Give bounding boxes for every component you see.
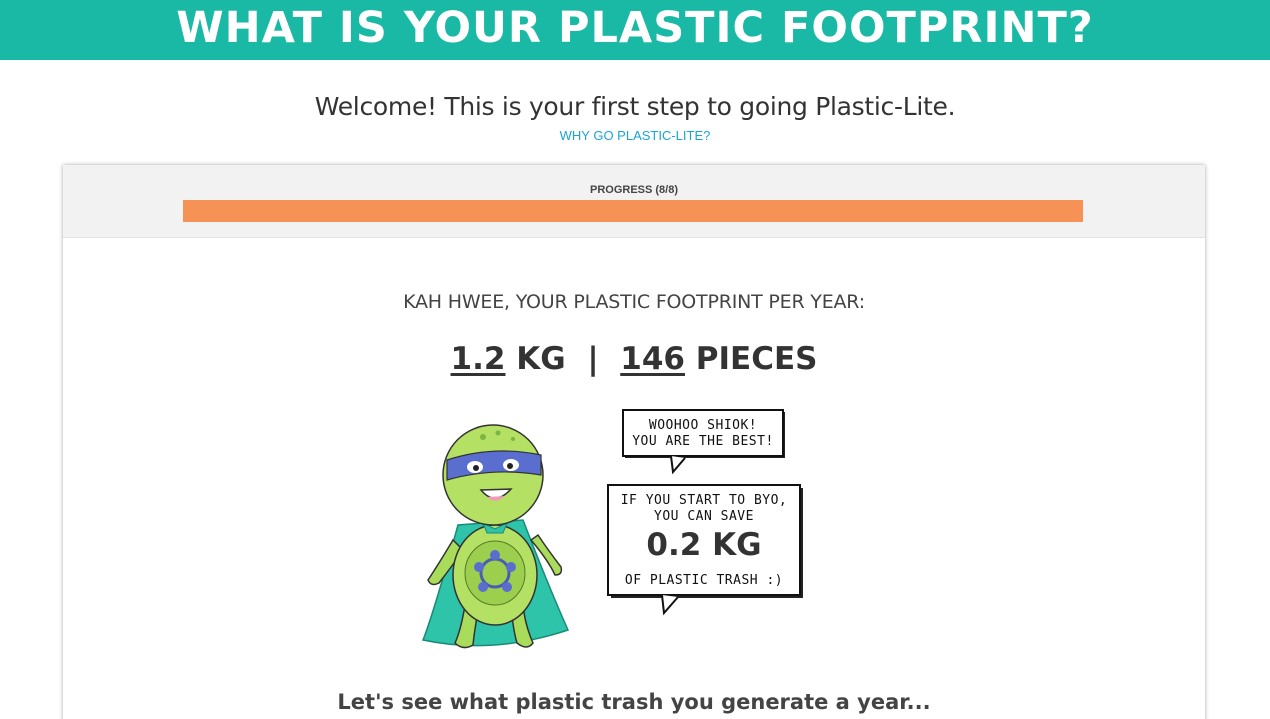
next-section-prompt: Let's see what plastic trash you generat… <box>337 690 931 714</box>
footprint-stats: 1.2 KG | 146 PIECES <box>63 341 1205 377</box>
top-banner: WHAT IS YOUR PLASTIC FOOTPRINT? <box>0 0 1270 60</box>
pieces-value: 146 <box>620 341 685 377</box>
save-amount: 0.2 KG <box>646 527 762 563</box>
bubble1-line2: YOU ARE THE BEST! <box>632 434 774 449</box>
bubble2-line3: OF PLASTIC TRASH :) <box>624 573 784 588</box>
stats-separator: | <box>587 341 599 377</box>
bubble1-line1: WOOHOO SHIOK! <box>648 418 758 433</box>
superhero-turtle-icon <box>421 424 570 649</box>
progress-section: PROGRESS (8/8) <box>63 165 1205 238</box>
why-go-plastic-lite-link[interactable]: WHY GO PLASTIC-LITE? <box>0 128 1270 143</box>
pieces-unit: PIECES <box>695 341 818 377</box>
result-card: PROGRESS (8/8) KAH HWEE, YOUR PLASTIC FO… <box>63 165 1205 719</box>
kg-value: 1.2 <box>450 341 506 377</box>
progress-bar <box>183 200 1083 222</box>
bubble2-line1: IF YOU START TO BYO, <box>620 493 788 508</box>
progress-label: PROGRESS (8/8) <box>589 184 679 196</box>
welcome-text: Welcome! This is your first step to goin… <box>314 92 956 121</box>
footprint-heading: KAH HWEE, YOUR PLASTIC FOOTPRINT PER YEA… <box>403 291 865 313</box>
progress-bar-fill <box>183 200 1083 222</box>
kg-unit: KG <box>516 341 566 377</box>
bubble2-line2: YOU CAN SAVE <box>654 509 754 524</box>
page-title: WHAT IS YOUR PLASTIC FOOTPRINT? <box>176 3 1094 53</box>
